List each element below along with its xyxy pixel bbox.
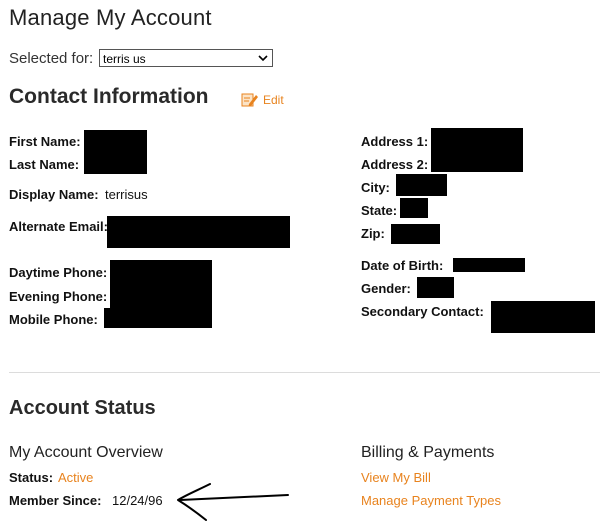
redacted-phone-block	[110, 260, 212, 328]
city-label: City:	[361, 180, 390, 195]
account-selector-value: terris us	[103, 52, 146, 66]
member-since-label: Member Since:	[9, 493, 102, 508]
account-status-heading: Account Status	[9, 397, 156, 419]
selected-for-label: Selected for:	[9, 50, 94, 67]
redacted-address-block	[431, 128, 523, 172]
redacted-phone-block-edge	[104, 308, 114, 328]
address2-label: Address 2:	[361, 157, 429, 172]
page-title: Manage My Account	[9, 5, 212, 30]
pencil-note-icon	[241, 92, 259, 107]
edit-contact-button[interactable]: Edit	[241, 92, 284, 107]
contact-information-heading: Contact Information	[9, 85, 209, 108]
redacted-zip-block	[391, 224, 440, 244]
display-name-label: Display Name:	[9, 187, 99, 202]
redacted-name-block	[84, 130, 147, 174]
hand-drawn-arrow	[177, 483, 289, 521]
alternate-email-label: Alternate Email:	[9, 219, 108, 234]
mobile-phone-label: Mobile Phone:	[9, 312, 98, 327]
view-my-bill-link[interactable]: View My Bill	[361, 470, 431, 485]
address1-label: Address 1:	[361, 134, 429, 149]
redacted-gender-block	[417, 277, 454, 298]
redacted-email-block	[107, 216, 290, 248]
dob-label: Date of Birth:	[361, 258, 444, 273]
display-name-value: terrisus	[105, 187, 148, 202]
secondary-contact-label: Secondary Contact:	[361, 304, 484, 319]
billing-payments-title: Billing & Payments	[361, 444, 495, 461]
chevron-down-icon	[257, 50, 269, 72]
section-divider	[9, 372, 600, 373]
status-value: Active	[58, 470, 94, 485]
account-overview-title: My Account Overview	[9, 444, 163, 461]
evening-phone-label: Evening Phone:	[9, 289, 108, 304]
gender-label: Gender:	[361, 281, 411, 296]
redacted-secondary-contact-block	[491, 301, 595, 333]
redacted-state-block	[400, 198, 428, 218]
member-since-value: 12/24/96	[112, 493, 163, 508]
status-label: Status:	[9, 470, 54, 485]
account-selector-dropdown[interactable]: terris us	[99, 49, 273, 67]
state-label: State:	[361, 203, 398, 218]
redacted-dob-block	[453, 258, 525, 272]
first-name-label: First Name:	[9, 134, 81, 149]
last-name-label: Last Name:	[9, 157, 80, 172]
daytime-phone-label: Daytime Phone:	[9, 265, 108, 280]
zip-label: Zip:	[361, 226, 385, 241]
manage-payment-types-link[interactable]: Manage Payment Types	[361, 493, 501, 508]
edit-label: Edit	[263, 92, 284, 107]
redacted-city-block	[396, 174, 447, 196]
